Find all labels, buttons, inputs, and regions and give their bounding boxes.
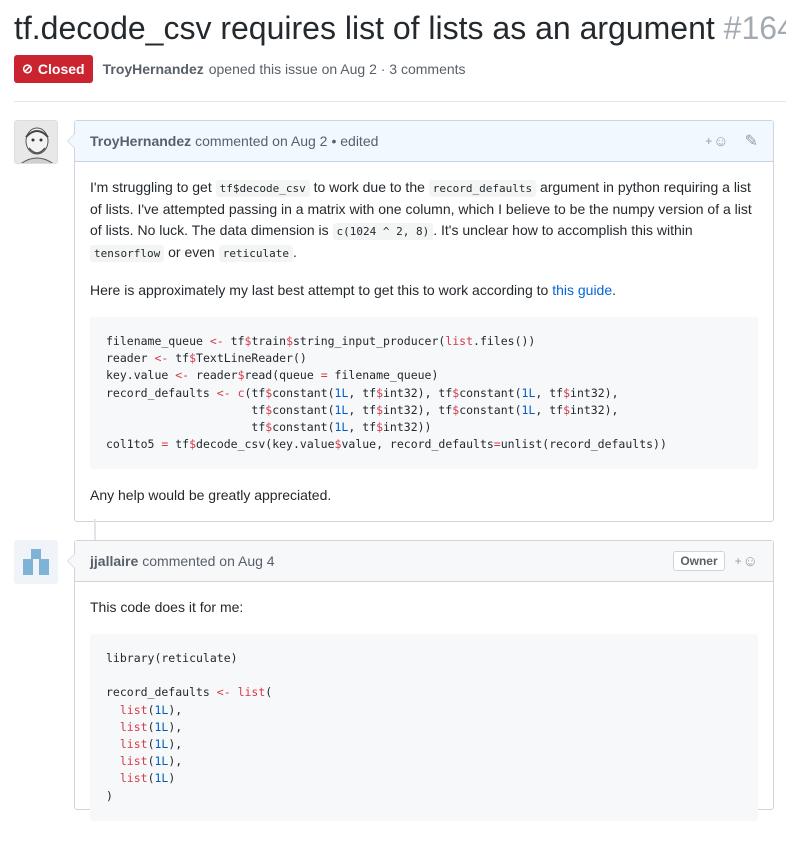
code-line: list(1L), <box>119 702 183 717</box>
comment-body: I'm struggling to get tf$decode_csv to w… <box>75 162 773 521</box>
code-line: list(1L), <box>119 754 183 769</box>
code-line: reader <- tf$TextLineReader() <box>106 351 307 366</box>
inline-code: tf$decode_csv <box>215 180 310 197</box>
code-line: key.value <- reader$read(queue = filenam… <box>106 368 439 383</box>
comment-2: jjallaire commented on Aug 4 Owner + ☺ Th… <box>67 540 774 821</box>
inline-code: tensorflow <box>90 245 165 262</box>
add-reaction-button[interactable]: + ☺ <box>735 553 758 570</box>
inline-code: record_defaults <box>428 180 537 197</box>
inline-code: reticulate <box>218 245 293 262</box>
issue-author-link[interactable]: TroyHernandez <box>103 61 204 77</box>
code-line: tf$constant(1L, tf$int32)) <box>106 420 432 435</box>
avatar-troyhernandez[interactable] <box>14 120 58 164</box>
text: or even <box>164 244 219 260</box>
comment-1: TroyHernandez commented on Aug 2 • edite… <box>67 120 774 523</box>
identicon-icon <box>14 540 58 584</box>
issue-title-row: tf.decode_csv requires list of lists as … <box>14 8 786 48</box>
issue-number: #164 <box>723 10 786 46</box>
smiley-icon: ☺ <box>742 552 758 570</box>
comment-header: jjallaire commented on Aug 4 Owner + ☺ <box>75 541 773 582</box>
timeline-connector <box>94 519 96 541</box>
code-line: filename_queue <- tf$train$string_input_… <box>106 334 536 348</box>
closed-issue-icon: ⊘ <box>22 61 33 76</box>
text: . <box>292 244 297 260</box>
avatar-jjallaire[interactable] <box>14 540 58 584</box>
comment-body: This code does it for me: library(reticu… <box>75 582 773 852</box>
code-line: list(1L), <box>119 737 183 752</box>
comment-author-link[interactable]: jjallaire <box>90 553 138 569</box>
add-reaction-button[interactable]: + ☺ <box>705 133 728 150</box>
issue-meta-text: opened this issue on Aug 2 · 3 comments <box>208 61 466 77</box>
code-block: filename_queue <- tf$train$string_input_… <box>90 317 758 470</box>
text: Here is approximately my last best attem… <box>90 282 553 298</box>
state-label: Closed <box>37 61 85 77</box>
comment-paragraph: Any help would be greatly appreciated. <box>90 487 332 504</box>
code-line: ) <box>106 788 113 803</box>
edited-label[interactable]: • edited <box>331 133 378 149</box>
owner-badge: Owner <box>673 551 725 571</box>
pencil-icon[interactable]: ✎ <box>745 131 758 151</box>
divider <box>14 101 786 102</box>
comment-meta[interactable]: commented on Aug 4 <box>142 553 274 569</box>
avatar-sketch-icon <box>15 121 57 163</box>
comment-header: TroyHernandez commented on Aug 2 • edite… <box>75 121 773 162</box>
code-line: col1to5 = tf$decode_csv(key.value$value,… <box>106 437 667 452</box>
comment-paragraph: I'm struggling to get tf$decode_csv to w… <box>90 177 758 264</box>
text: I'm struggling to get <box>90 179 216 195</box>
code-line: tf$constant(1L, tf$int32), tf$constant(1… <box>106 402 619 417</box>
code-line: record_defaults <- c(tf$constant(1L, tf$… <box>106 385 619 400</box>
comment-meta[interactable]: commented on Aug 2 <box>195 133 327 149</box>
code-line: library(reticulate) <box>106 651 238 665</box>
issue-meta: ⊘ Closed TroyHernandez opened this issue… <box>14 55 466 83</box>
text: . <box>612 282 617 298</box>
issue-title: tf.decode_csv requires list of lists as … <box>14 10 715 46</box>
comment-author-link[interactable]: TroyHernandez <box>90 133 191 149</box>
comment-paragraph: This code does it for me: <box>90 599 244 615</box>
code-line: list(1L) <box>119 771 176 786</box>
inline-code: c(1024 ^ 2, 8) <box>332 223 434 240</box>
smiley-icon: ☺ <box>713 132 729 150</box>
guide-link[interactable]: this guide <box>552 282 612 298</box>
text: to work due to the <box>309 179 429 195</box>
text: . It's unclear how to accomplish this wi… <box>433 222 693 238</box>
code-line: record_defaults <- list( <box>106 685 273 700</box>
code-line: list(1L), <box>119 719 183 734</box>
state-badge: ⊘ Closed <box>14 55 93 83</box>
comment-paragraph: Here is approximately my last best attem… <box>90 280 758 301</box>
